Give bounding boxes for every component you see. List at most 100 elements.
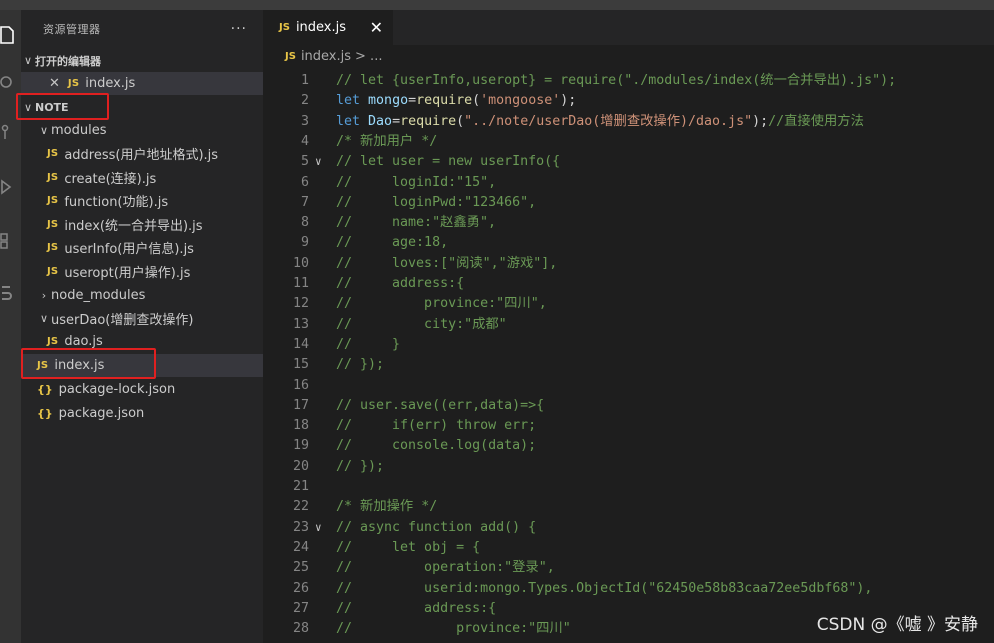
tree-item-label: userInfo(用户信息).js [64,242,194,257]
code-line: 9 // age:18, [263,233,994,253]
code-text: // province:"四川" [336,621,571,637]
js-file-icon: JS [47,242,59,253]
line-number: 18 [292,418,309,434]
code-text: // } [336,336,401,352]
tree-item-function[interactable]: JS function(功能).js [21,189,263,212]
title-bar-strip [0,0,994,10]
js-file-icon: JS [47,336,59,347]
tree-item-address[interactable]: JS address(用户地址格式).js [21,142,263,165]
editor-tabs: JS index.js ✕ [263,10,994,45]
line-number: 24 [292,539,309,555]
code-line: 11 // address:{ [263,274,994,294]
code-text: // }); [336,357,385,373]
line-number: 2 [300,93,309,109]
editor-area: JS index.js ✕ JS index.js > ... 1 // let … [263,10,994,643]
tree-folder-modules[interactable]: ∨ modules [21,119,263,142]
js-file-icon: JS [285,50,296,62]
explorer-header: 资源管理器 ··· [21,10,263,48]
code-line: 25 // operation:"登录", [263,558,994,578]
remote-icon[interactable] [0,282,21,304]
code-text: let mongo=require('mongoose'); [336,93,577,109]
explorer-icon[interactable] [0,24,21,46]
breadcrumb-file: index.js [300,48,352,64]
js-file-icon: JS [47,266,59,277]
line-number: 14 [292,336,309,352]
open-editors-label: 打开的编辑器 [35,54,101,68]
tree-item-label: function(功能).js [64,195,169,210]
search-icon[interactable] [0,72,21,94]
line-number: 25 [292,560,309,576]
line-number: 5 [300,154,309,170]
line-number: 21 [292,479,309,494]
breadcrumb[interactable]: JS index.js > ... [263,45,994,67]
open-editors-section[interactable]: ∨ 打开的编辑器 [21,49,263,72]
line-number: 7 [300,194,309,210]
code-text: // userid:mongo.Types.ObjectId("62450e58… [336,580,873,596]
code-text: /* 新加用户 */ [336,133,438,149]
code-line: 17 // user.save((err,data)=>{ [263,396,994,416]
chevron-down-icon[interactable]: ∨ [315,152,329,172]
tree-item-userinfo[interactable]: JS userInfo(用户信息).js [21,236,263,259]
code-text: // if(err) throw err; [336,418,537,434]
breadcrumb-rest: > ... [355,48,383,64]
tree-item-label: create(连接).js [64,172,157,187]
code-line: 26 // userid:mongo.Types.ObjectId("62450e… [263,579,994,599]
tab-label: index.js [295,20,347,35]
tree-item-useropt[interactable]: JS useropt(用户操作).js [21,260,263,283]
tree-item-label: node_modules [51,288,146,303]
explorer-title: 资源管理器 [43,23,101,36]
code-text: // loginId:"15", [336,174,497,190]
code-line: 7 // loginPwd:"123466", [263,193,994,213]
code-text: // age:18, [336,235,449,251]
tree-item-label: index(统一合并导出).js [64,219,203,234]
code-line: 5 ∨ // let user = new userInfo({ [263,152,994,172]
json-file-icon: {} [37,407,53,420]
close-icon[interactable]: ✕ [49,76,60,91]
source-control-icon[interactable] [0,122,21,144]
extensions-icon[interactable] [0,230,21,252]
code-line: 15 // }); [263,355,994,375]
code-line: 4 /* 新加用户 */ [263,132,994,152]
code-line: 14 // } [263,335,994,355]
code-text: // }); [336,458,385,474]
tree-item-index-modules[interactable]: JS index(统一合并导出).js [21,213,263,236]
line-number: 27 [292,600,309,616]
tree-folder-userdao[interactable]: ∨ userDao(增删查改操作) [21,307,263,330]
chevron-down-icon: ∨ [39,312,49,325]
code-text: // city:"成都" [336,316,507,332]
js-file-icon: JS [47,172,59,183]
code-text: // address:{ [336,276,465,291]
code-text: // let obj = { [336,539,481,555]
more-actions-icon[interactable]: ··· [231,21,247,37]
js-file-icon: JS [47,148,59,159]
run-debug-icon[interactable] [0,176,21,198]
tree-item-package-lock[interactable]: {} package-lock.json [21,378,263,401]
code-text: /* 新加操作 */ [336,499,438,515]
line-number: 9 [300,235,309,251]
tree-folder-node-modules[interactable]: › node_modules [21,284,263,307]
code-line: 21 [263,477,994,497]
code-line: 22 /* 新加操作 */ [263,497,994,517]
code-text: // let user = new userInfo({ [336,154,561,170]
open-editor-item[interactable]: ✕ JS index.js [21,72,263,95]
annotation-highlight-index [21,348,156,379]
tree-item-create[interactable]: JS create(连接).js [21,166,263,189]
code-text: // address:{ [336,600,497,616]
code-text: // let {userInfo,useropt} = require("./m… [336,73,897,88]
code-line: 1 // let {userInfo,useropt} = require("./… [263,71,994,91]
chevron-down-icon[interactable]: ∨ [315,518,329,538]
tree-item-label: dao.js [64,334,103,349]
code-line: 20 // }); [263,457,994,477]
json-file-icon: {} [37,383,53,396]
tree-item-package[interactable]: {} package.json [21,402,263,425]
code-text: // loginPwd:"123466", [336,194,537,210]
code-editor[interactable]: 1 // let {userInfo,useropt} = require("./… [263,69,994,643]
close-icon[interactable]: ✕ [370,18,383,37]
line-number: 6 [300,174,309,190]
line-number: 10 [292,255,309,271]
code-line: 8 // name:"赵鑫勇", [263,213,994,233]
code-line: 24 // let obj = { [263,538,994,558]
code-line: 2 let mongo=require('mongoose'); [263,91,994,111]
line-number: 17 [292,397,309,413]
tab-index-js[interactable]: JS index.js ✕ [263,10,393,45]
